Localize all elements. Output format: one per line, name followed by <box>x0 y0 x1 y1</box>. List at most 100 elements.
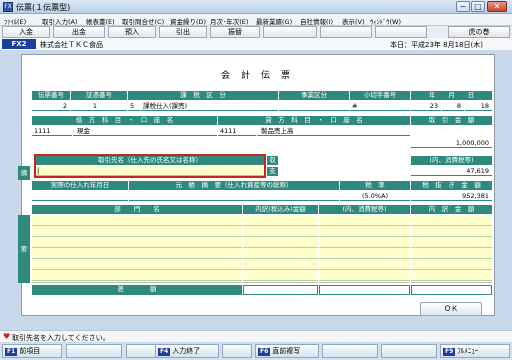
uchi-tax-column[interactable] <box>243 215 318 283</box>
menu-gyoseki[interactable]: 最新業績(G) <box>256 16 292 26</box>
f4-input-end-button[interactable]: F4 入力終了 <box>155 344 219 358</box>
f7-button[interactable] <box>322 344 378 358</box>
hdr-uchi: 内 訳 金 額 <box>411 205 492 214</box>
function-key-bar: F1 前項目 F4 入力終了 F6 直前複写 F9 ﾌﾙﾒﾆｭｰ <box>0 343 512 360</box>
f6-key: F6 <box>258 348 271 356</box>
action-bar: 入金 出金 預入 引出 振替 虎の巻 <box>0 26 512 38</box>
blank-button-3[interactable] <box>375 26 427 38</box>
year-value[interactable]: 23 <box>411 101 441 111</box>
kazei-code[interactable]: 5 <box>128 101 140 111</box>
f5-button[interactable] <box>222 344 252 358</box>
yo-side-label: 要 <box>18 215 30 283</box>
uchi-column[interactable] <box>411 215 492 283</box>
hdr-tax-in: (内、消費税等) <box>411 156 492 165</box>
credit-code[interactable]: 4111 <box>218 126 256 136</box>
hdr-actual-date: 実際の仕入れ年月日 <box>32 181 128 190</box>
rate-value[interactable]: (5.0%A) <box>340 191 410 201</box>
menu-chohyo[interactable]: 帳表書(E) <box>86 16 115 26</box>
window-title: 伝票(１伝票型) <box>16 3 71 12</box>
f2-button[interactable] <box>66 344 122 358</box>
amount-blank <box>411 126 492 136</box>
hdr-shoko-no: 証憑番号 <box>71 91 127 100</box>
sagaku-tax <box>243 285 318 295</box>
heart-icon: ♥ <box>3 332 11 341</box>
header-row-5: 部 門 名 内訳(税込み)金額 (内、消費税等) 内 訳 金 額 <box>32 205 492 214</box>
f9-full-menu-button[interactable]: F9 ﾌﾙﾒﾆｭｰ <box>440 344 510 358</box>
f1-key: F1 <box>5 348 18 356</box>
status-bar: ♥ 取引先名を入力してください。 <box>0 330 512 342</box>
hdr-debit: 借 方 科 目 ・ 口 座 名 <box>32 116 217 125</box>
f6-label: 直前複写 <box>272 347 301 355</box>
menu-toiawase[interactable]: 取引問合せ(C) <box>122 16 164 26</box>
hdr-amount: 取 引 金 額 <box>411 116 492 125</box>
net-value[interactable]: 952,381 <box>411 191 492 201</box>
shukkin-button[interactable]: 出金 <box>53 26 105 38</box>
f4-label: 入力終了 <box>172 347 201 355</box>
hdr-denpyo-no: 伝票番号 <box>32 91 70 100</box>
status-message: 取引先名を入力してください。 <box>12 334 110 342</box>
header-row-2: 借 方 科 目 ・ 口 座 名 貸 方 科 目 ・ 口 座 名 取 引 金 額 <box>32 116 492 125</box>
hdr-net: 税 抜 き 金 額 <box>411 181 492 190</box>
sagaku-row: 差 額 <box>32 285 492 295</box>
ok-button[interactable]: ＯＫ <box>420 302 482 316</box>
furikae-button[interactable]: 振替 <box>210 26 260 38</box>
maximize-button[interactable]: □ <box>471 1 485 12</box>
hdr-credit: 貸 方 科 目 ・ 口 座 名 <box>218 116 410 125</box>
fx2-badge: FX2 <box>2 39 36 49</box>
f8-button[interactable] <box>381 344 437 358</box>
menu-getsuji[interactable]: 月次･年次(E) <box>210 16 248 26</box>
value-row-4: (5.0%A) 952,381 <box>32 191 492 201</box>
company-row: FX2 株式会社ＴＫＣ食品 本日：平成23年 8月18日(木) <box>0 38 512 50</box>
shu-label: 収 <box>267 156 278 165</box>
menu-hyoji[interactable]: 表示(V) <box>342 16 365 26</box>
partner-input[interactable]: | <box>36 166 264 176</box>
voucher-title: 会 計 伝 票 <box>220 71 291 81</box>
amount-value[interactable]: 1,000,000 <box>411 138 492 148</box>
f1-prev-item-button[interactable]: F1 前項目 <box>2 344 62 358</box>
hdr-tekiyo: 元 帳 摘 要（仕入れ資産等の総称） <box>129 181 339 190</box>
f9-label: ﾌﾙﾒﾆｭｰ <box>457 347 479 355</box>
menu-jisha[interactable]: 自社情報(I) <box>300 16 333 26</box>
menu-window[interactable]: ｳｨﾝﾄﾞｳ(W) <box>370 16 401 26</box>
menu-torihiki[interactable]: 取引入力(A) <box>42 16 78 26</box>
hdr-date: 年 月 日 <box>411 91 492 100</box>
header-row-1: 伝票番号 証憑番号 課 税 区 分 事業区分 小切手番号 年 月 日 <box>32 91 492 100</box>
minimize-button[interactable]: − <box>456 1 470 12</box>
actual-date[interactable] <box>32 191 128 201</box>
value-row-1: 2 1 5 課税仕入(課売) # 23 8 18 <box>32 101 492 111</box>
tekiyo-side-label: 摘 <box>18 166 30 180</box>
close-button[interactable]: ✕ <box>487 1 507 12</box>
blank-button-1[interactable] <box>263 26 317 38</box>
month-value[interactable]: 8 <box>442 101 464 111</box>
uchi-sho-column[interactable] <box>319 215 410 283</box>
dept-column[interactable] <box>32 215 242 283</box>
f1-label: 前項目 <box>19 347 41 355</box>
blank-button-2[interactable] <box>320 26 372 38</box>
f4-key: F4 <box>158 348 171 356</box>
menu-shikin[interactable]: 資金繰り(D) <box>170 16 206 26</box>
partner-section: 摘 取引先名（仕入先の氏名又は名称） | 収 支 (内、消費税等) 47,619 <box>18 154 492 180</box>
value-row-2: 1111 現金 4111 製品売上高 1,000,000 <box>32 126 492 148</box>
hikidashi-button[interactable]: 引出 <box>159 26 207 38</box>
f6-copy-prev-button[interactable]: F6 直前複写 <box>255 344 319 358</box>
detail-grid: 要 <box>18 215 492 283</box>
hdr-dept: 部 門 名 <box>32 205 242 214</box>
tekiyo-value[interactable] <box>129 191 339 201</box>
shoko-no[interactable]: 1 <box>71 101 127 111</box>
hdr-rate: 税 率 <box>340 181 410 190</box>
hdr-jigyo: 事業区分 <box>279 91 349 100</box>
tora-no-maki-button[interactable]: 虎の巻 <box>448 26 510 38</box>
hdr-kazei: 課 税 区 分 <box>128 91 278 100</box>
sagaku-label: 差 額 <box>32 285 242 295</box>
menu-file[interactable]: ﾌｧｲﾙ(E) <box>4 16 26 26</box>
day-value[interactable]: 18 <box>465 101 492 111</box>
tax-value[interactable]: 47,619 <box>411 166 492 176</box>
shi-label: 支 <box>267 167 278 176</box>
azukari-button[interactable]: 預入 <box>108 26 156 38</box>
hdr-uchi-tax: 内訳(税込み)金額 <box>243 205 318 214</box>
kogitte-no[interactable]: # <box>350 101 410 111</box>
nyukin-button[interactable]: 入金 <box>2 26 50 38</box>
denpyo-no[interactable]: 2 <box>32 101 70 111</box>
debit-code[interactable]: 1111 <box>32 126 72 136</box>
jigyo-value[interactable] <box>279 101 349 111</box>
